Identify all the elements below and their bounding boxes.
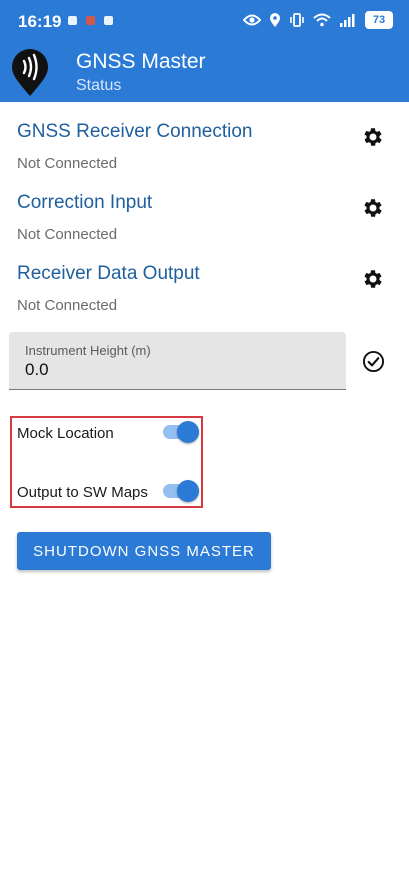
shutdown-button[interactable]: SHUTDOWN GNSS MASTER bbox=[17, 532, 271, 570]
check-circle-icon[interactable] bbox=[362, 350, 385, 373]
shield-notification-icon bbox=[104, 16, 113, 25]
status-time: 16:19 bbox=[18, 12, 62, 31]
gear-icon[interactable] bbox=[361, 125, 385, 149]
wifi-icon bbox=[313, 13, 331, 27]
mock-location-switch[interactable] bbox=[163, 421, 199, 443]
app-subtitle: Status bbox=[76, 77, 122, 94]
signal-icon bbox=[340, 14, 355, 27]
location-icon bbox=[270, 13, 280, 27]
vibrate-icon bbox=[290, 13, 304, 27]
correction-input-title[interactable]: Correction Input bbox=[17, 192, 152, 214]
switch-thumb bbox=[177, 480, 199, 502]
app-notification-icon bbox=[86, 16, 95, 25]
notification-icon bbox=[68, 16, 77, 25]
app-bar: GNSS Master Status bbox=[0, 44, 409, 102]
status-bar: 16:19 73 bbox=[0, 0, 409, 44]
receiver-data-output-status: Not Connected bbox=[17, 297, 118, 314]
gear-icon[interactable] bbox=[361, 196, 385, 220]
gnss-receiver-connection-status: Not Connected bbox=[17, 155, 118, 172]
correction-input-status: Not Connected bbox=[17, 226, 118, 243]
status-left-icons bbox=[68, 16, 113, 25]
app-logo-icon bbox=[12, 49, 48, 96]
instrument-height-value[interactable]: 0.0 bbox=[25, 360, 49, 380]
eye-icon bbox=[243, 14, 261, 26]
instrument-height-field[interactable]: Instrument Height (m) 0.0 bbox=[9, 332, 346, 390]
output-to-sw-maps-label: Output to SW Maps bbox=[17, 484, 148, 501]
status-right-icons: 73 bbox=[243, 11, 393, 29]
receiver-data-output-title[interactable]: Receiver Data Output bbox=[17, 263, 200, 285]
output-to-sw-maps-switch[interactable] bbox=[163, 480, 199, 502]
gnss-receiver-connection-title[interactable]: GNSS Receiver Connection bbox=[17, 121, 253, 143]
gear-icon[interactable] bbox=[361, 267, 385, 291]
instrument-height-label: Instrument Height (m) bbox=[25, 343, 151, 358]
app-title: GNSS Master bbox=[76, 50, 206, 73]
switch-thumb bbox=[177, 421, 199, 443]
battery-icon: 73 bbox=[365, 11, 393, 29]
mock-location-label: Mock Location bbox=[17, 425, 114, 442]
